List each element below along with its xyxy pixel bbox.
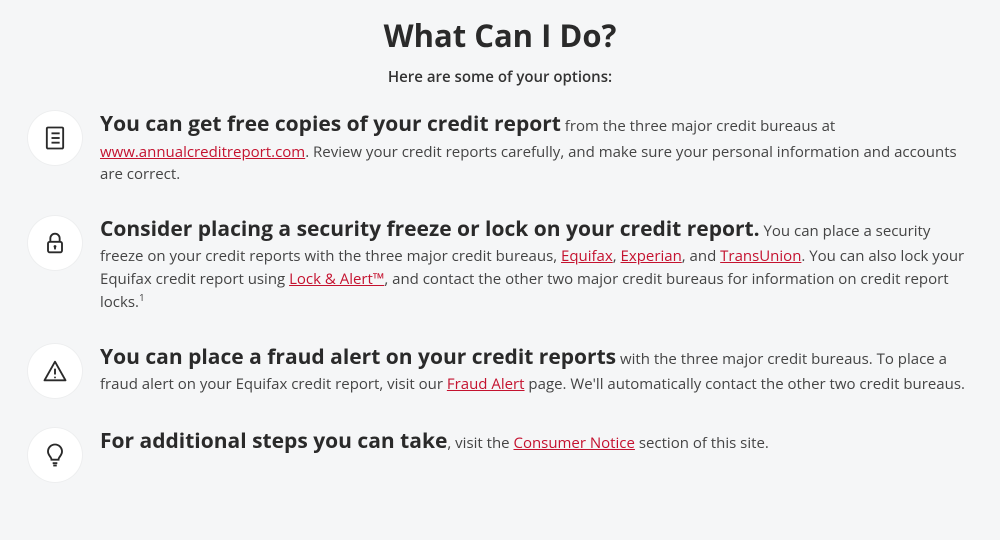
alert-icon: [28, 344, 82, 398]
lock-icon: [28, 216, 82, 270]
option-lead: Consider placing a security freeze or lo…: [100, 215, 760, 243]
lock-alert-link[interactable]: Lock & Alert™: [289, 269, 384, 289]
option-row: Consider placing a security freeze or lo…: [28, 214, 972, 314]
option-lead: You can place a fraud alert on your cred…: [100, 343, 616, 371]
annualcreditreport-link[interactable]: www.annualcreditreport.com: [100, 142, 305, 162]
text-segment: section of this site.: [635, 433, 769, 453]
footnote-ref: 1: [139, 290, 145, 304]
transunion-link[interactable]: TransUnion: [720, 246, 801, 266]
option-text: You can place a fraud alert on your cred…: [100, 342, 972, 396]
text-segment: page. We'll automatically contact the ot…: [525, 374, 965, 394]
bulb-icon: [28, 428, 82, 482]
page-title: What Can I Do?: [28, 15, 972, 57]
text-segment: , visit the: [447, 433, 513, 453]
text-segment: , and: [682, 246, 720, 266]
option-row: For additional steps you can take, visit…: [28, 426, 972, 482]
report-icon: [28, 111, 82, 165]
equifax-link[interactable]: Equifax: [561, 246, 613, 266]
consumer-notice-link[interactable]: Consumer Notice: [514, 433, 635, 453]
fraud-alert-link[interactable]: Fraud Alert: [447, 374, 525, 394]
option-text: You can get free copies of your credit r…: [100, 109, 972, 186]
option-row: You can get free copies of your credit r…: [28, 109, 972, 186]
text-segment: ,: [613, 246, 621, 266]
option-lead: You can get free copies of your credit r…: [100, 110, 561, 138]
option-row: You can place a fraud alert on your cred…: [28, 342, 972, 398]
option-lead: For additional steps you can take: [100, 427, 447, 455]
experian-link[interactable]: Experian: [621, 246, 682, 266]
text-segment: from the three major credit bureaus at: [561, 116, 835, 136]
option-text: For additional steps you can take, visit…: [100, 426, 972, 458]
page-subtitle: Here are some of your options:: [28, 67, 972, 87]
option-text: Consider placing a security freeze or lo…: [100, 214, 972, 314]
